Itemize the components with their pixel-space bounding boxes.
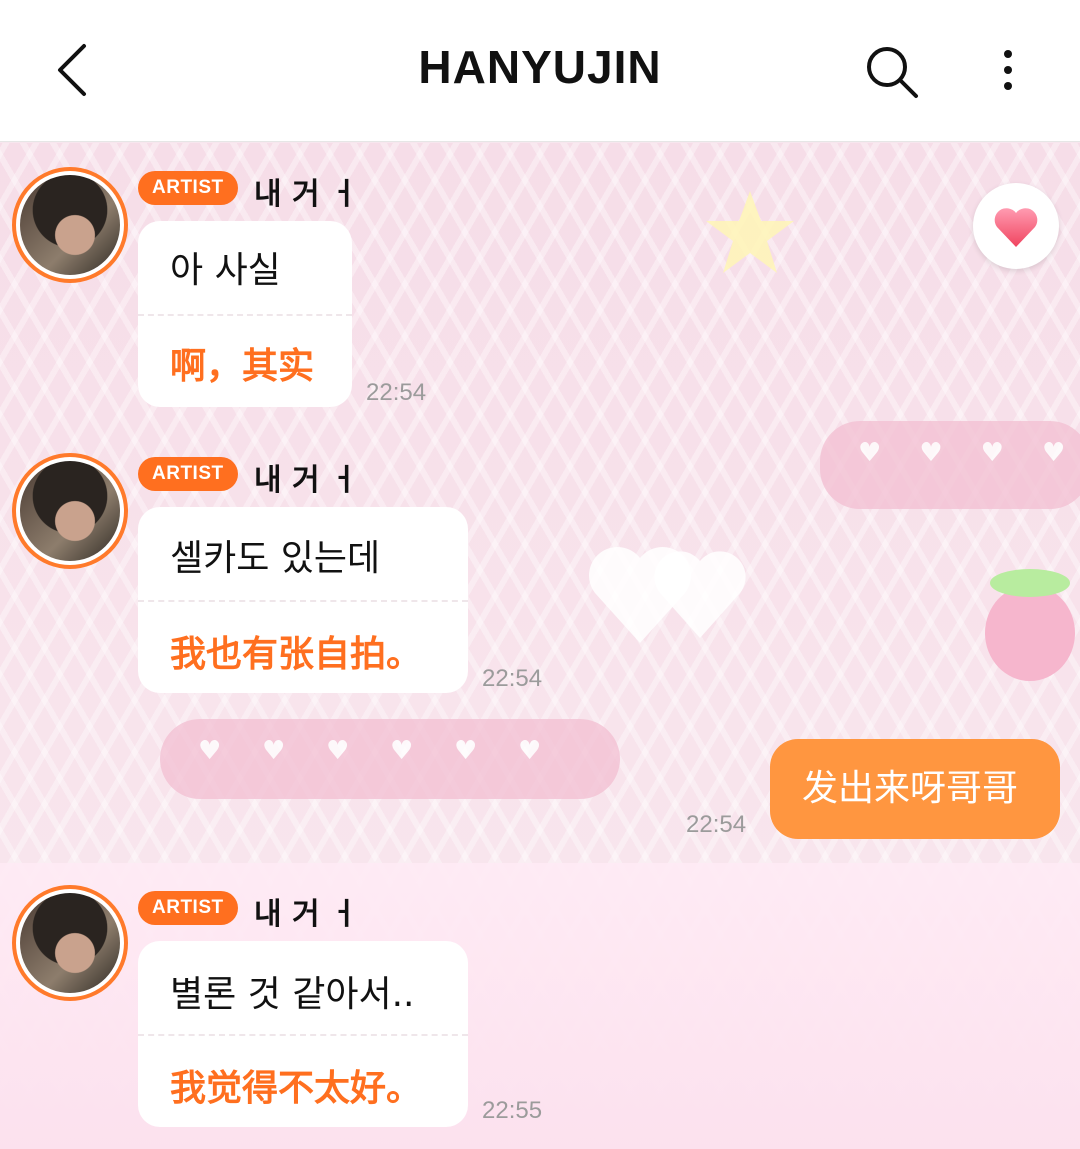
message-time: 22:54	[366, 379, 427, 406]
hearts-decoration-icon	[588, 546, 746, 643]
decorative-heart-band: ♥ ♥ ♥ ♥ ♥ ♥	[160, 719, 620, 799]
message-bubble[interactable]: 아 사실 啊，其实	[138, 221, 352, 407]
artist-badge: ARTIST	[138, 171, 238, 205]
message-divider	[138, 314, 352, 316]
avatar-image	[20, 893, 120, 993]
message-text-korean: 별론 것 같아서..	[170, 974, 415, 1015]
heart-icon	[994, 208, 1038, 247]
heart-reaction-button[interactable]	[973, 183, 1059, 269]
avatar[interactable]	[12, 167, 128, 283]
message-text-korean: 아 사실	[170, 250, 281, 291]
avatar-image	[20, 175, 120, 275]
avatar[interactable]	[12, 885, 128, 1001]
message-text-translation: 我觉得不太好。	[170, 1068, 423, 1109]
message-divider	[138, 600, 468, 602]
my-message-bubble[interactable]: 发出来呀哥哥	[770, 739, 1060, 839]
message-time: 22:55	[482, 1097, 543, 1124]
message-divider	[138, 1034, 468, 1036]
avatar-image	[20, 461, 120, 561]
message-text-korean: 셀카도 있는데	[170, 538, 381, 579]
more-vertical-icon[interactable]	[994, 46, 1022, 96]
sender-name: 내 거 ㅓ	[254, 897, 358, 932]
sender-name: 내 거 ㅓ	[254, 463, 358, 498]
decorative-heart-band: ♥ ♥ ♥ ♥	[820, 421, 1080, 509]
sender-name: 내 거 ㅓ	[254, 177, 358, 212]
search-icon[interactable]	[862, 42, 922, 102]
star-decoration-icon	[706, 191, 794, 273]
message-time: 22:54	[482, 665, 543, 692]
strawberry-decoration-icon	[985, 569, 1075, 681]
message-bubble[interactable]: 별론 것 같아서.. 我觉得不太好。	[138, 941, 468, 1127]
message-text-translation: 我也有张自拍。	[170, 634, 423, 675]
chat-area[interactable]: ♥ ♥ ♥ ♥ ♥ ♥ ♥ ♥ ♥ ♥ ARTIST 내 거 ㅓ 아 사실 啊，其实	[0, 143, 1080, 1149]
artist-badge: ARTIST	[138, 457, 238, 491]
app-header: HANYUJIN	[0, 0, 1080, 142]
avatar[interactable]	[12, 453, 128, 569]
artist-badge: ARTIST	[138, 891, 238, 925]
message-bubble[interactable]: 셀카도 있는데 我也有张自拍。	[138, 507, 468, 693]
my-message-time: 22:54	[686, 811, 747, 838]
message-text-translation: 啊，其实	[170, 346, 315, 387]
